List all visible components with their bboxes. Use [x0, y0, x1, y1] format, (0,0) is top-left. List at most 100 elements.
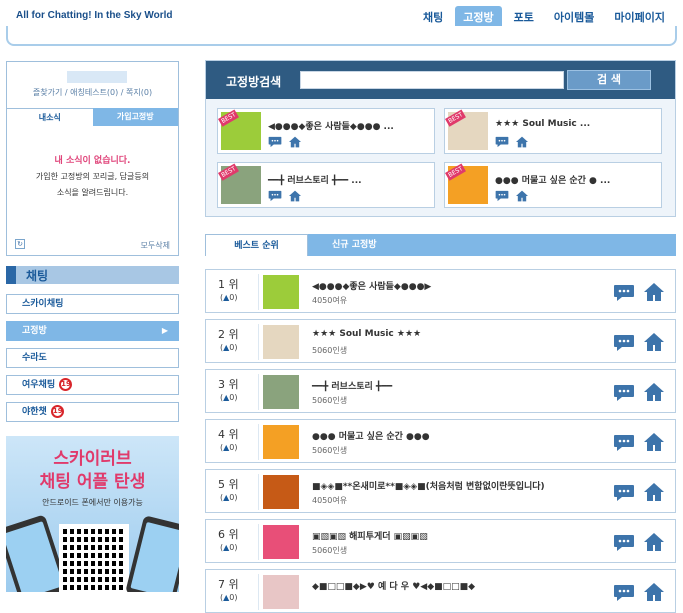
home-icon[interactable]: [515, 190, 529, 202]
top-nav-item[interactable]: 아이템몰: [546, 6, 602, 26]
ranking-row[interactable]: 2 위 (▲0) ★★★ Soul Music ★★★ 5060인생: [205, 319, 676, 363]
best-room-card[interactable]: BEST ━━╋ 러브스토리 ╋━━ ...: [217, 162, 435, 208]
rank-change: (▲0): [220, 393, 238, 402]
chat-bubble-icon[interactable]: [268, 190, 282, 202]
refresh-icon[interactable]: ↻: [15, 239, 25, 249]
chat-menu-item[interactable]: 야한챗 19: [6, 402, 179, 422]
home-icon[interactable]: [643, 532, 665, 552]
search-button[interactable]: 검 색: [567, 70, 651, 90]
chat-bubble-icon[interactable]: [613, 384, 635, 402]
chat-bubble-icon[interactable]: [613, 484, 635, 502]
adult-19-badge: 19: [59, 378, 73, 391]
chat-bubble-icon[interactable]: [613, 434, 635, 452]
row-divider: [258, 274, 259, 310]
news-description: 가입한 고정방의 꼬리글, 답글등의 소식을 알려드립니다.: [7, 169, 178, 201]
top-nav-item[interactable]: 포토: [506, 6, 542, 26]
chat-bubble-icon[interactable]: [613, 584, 635, 602]
room-title[interactable]: ■◈◈■**온새미로**■◈◈■(처음처럼 변함없이란뜻입니다): [312, 479, 545, 492]
home-icon[interactable]: [288, 136, 302, 148]
home-icon[interactable]: [643, 432, 665, 452]
rank-change-close: ): [234, 593, 238, 602]
room-thumbnail: [263, 475, 299, 509]
banner-line2: 채팅 어플 탄생: [39, 472, 146, 492]
chat-bubble-icon[interactable]: [495, 136, 509, 148]
room-category: 5060인생: [312, 396, 348, 405]
rank-change-close: ): [234, 543, 238, 552]
chat-bubble-icon[interactable]: [613, 334, 635, 352]
sub-nav-bar: [6, 26, 677, 46]
room-category: 4050여유: [312, 296, 348, 305]
top-nav-item[interactable]: 마이페이지: [606, 6, 673, 26]
room-title[interactable]: ●●● 머물고 싶은 순간 ●●●: [312, 429, 430, 442]
ranking-row[interactable]: 3 위 (▲0) ━━╋ 러브스토리 ╋━━ 5060인생: [205, 369, 676, 413]
tab-best-ranking[interactable]: 베스트 순위: [205, 234, 308, 256]
phone-image-right: [125, 515, 179, 592]
room-title[interactable]: ★★★ Soul Music ★★★: [312, 329, 421, 339]
room-thumbnail: [263, 575, 299, 609]
search-input[interactable]: [300, 71, 564, 89]
rank-change-close: ): [234, 393, 238, 402]
row-divider: [258, 324, 259, 360]
room-title[interactable]: ▣▧▣▧ 해피투게더 ▣▧▣▧: [312, 529, 428, 542]
ranking-row[interactable]: 4 위 (▲0) ●●● 머물고 싶은 순간 ●●● 5060인생: [205, 419, 676, 463]
chat-menu-label: 고정방: [22, 326, 47, 336]
chat-bubble-icon[interactable]: [613, 534, 635, 552]
adult-19-badge: 19: [50, 405, 64, 418]
no-news-message: 내 소식이 없습니다.: [54, 156, 131, 166]
ranking-row[interactable]: 7 위 (▲0) ◆■□□■◆▶♥ 예 다 우 ♥◀◆■□□■◆: [205, 569, 676, 613]
home-icon[interactable]: [643, 482, 665, 502]
room-category: 5060인생: [312, 446, 348, 455]
chat-bubble-icon[interactable]: [268, 136, 282, 148]
home-icon[interactable]: [643, 382, 665, 402]
best-room-title: ━━╋ 러브스토리 ╋━━ ...: [268, 176, 362, 186]
best-room-card[interactable]: BEST ★★★ Soul Music ...: [444, 108, 662, 154]
delete-all-link[interactable]: 모두삭제: [141, 240, 170, 251]
brand-logo[interactable]: All for Chatting! In the Sky World: [16, 10, 172, 21]
room-thumbnail: [263, 325, 299, 359]
chat-bubble-icon[interactable]: [613, 284, 635, 302]
home-icon[interactable]: [643, 282, 665, 302]
ranking-row[interactable]: 5 위 (▲0) ■◈◈■**온새미로**■◈◈■(처음처럼 변함없이란뜻입니다) 4…: [205, 469, 676, 513]
banner-line1: 스카이러브: [53, 449, 132, 469]
room-search-panel: 고정방검색 검 색 BEST ◀●●●◆좋은 사람들◆●●● ... BEST ★★★…: [205, 60, 676, 217]
best-room-card[interactable]: BEST ●●● 머물고 싶은 순간 ● ...: [444, 162, 662, 208]
top-nav-item[interactable]: 채팅: [415, 6, 451, 26]
rank-change: (▲0): [220, 293, 238, 302]
ranking-row[interactable]: 6 위 (▲0) ▣▧▣▧ 해피투게더 ▣▧▣▧ 5060인생: [205, 519, 676, 563]
room-category: 5060인생: [312, 546, 348, 555]
top-nav-item[interactable]: 고정방: [455, 6, 502, 26]
home-icon[interactable]: [643, 332, 665, 352]
room-title[interactable]: ━━╋ 러브스토리 ╋━━: [312, 379, 392, 392]
rank-change-close: ): [234, 343, 238, 352]
home-icon[interactable]: [515, 136, 529, 148]
ranking-row[interactable]: 1 위 (▲0) ◀●●●◆좋은 사람들◆●●●▶ 4050여유: [205, 269, 676, 313]
room-thumbnail: [263, 425, 299, 459]
chat-menu-item[interactable]: 고정방 ▶: [6, 321, 179, 341]
room-title[interactable]: ◆■□□■◆▶♥ 예 다 우 ♥◀◆■□□■◆: [312, 579, 475, 592]
tab-joined-rooms[interactable]: 가입고정방: [92, 108, 178, 126]
room-category: 4050여유: [312, 496, 348, 505]
top-nav: 채팅 고정방 포토 아이템몰 마이페이지: [415, 6, 673, 26]
tab-new-rooms[interactable]: 신규 고정방: [308, 234, 676, 256]
banner-line3: 안드로이드 폰에서만 이용가능: [42, 498, 143, 507]
chat-menu-label: 스카이채팅: [22, 299, 64, 309]
qr-code: [59, 524, 129, 592]
home-icon[interactable]: [288, 190, 302, 202]
chat-menu-item[interactable]: 수라도: [6, 348, 179, 368]
arrow-right-icon: ▶: [161, 326, 168, 335]
chat-menu-item[interactable]: 여우채팅 19: [6, 375, 179, 395]
room-title[interactable]: ◀●●●◆좋은 사람들◆●●●▶: [312, 279, 431, 292]
my-profile-box: 즐찾가기 / 애칭테스트(0) / 쪽지(0) 내소식 가입고정방 내 소식이 …: [6, 61, 179, 256]
rank-change: (▲0): [220, 343, 238, 352]
rank-change-close: ): [234, 293, 238, 302]
tab-my-news[interactable]: 내소식: [7, 108, 93, 126]
chat-menu-item[interactable]: 스카이채팅: [6, 294, 179, 314]
best-room-card[interactable]: BEST ◀●●●◆좋은 사람들◆●●● ...: [217, 108, 435, 154]
profile-links[interactable]: 즐찾가기 / 애칭테스트(0) / 쪽지(0): [7, 87, 178, 98]
home-icon[interactable]: [643, 582, 665, 602]
rank-number: 4 위: [218, 428, 239, 441]
best-room-title: ◀●●●◆좋은 사람들◆●●● ...: [268, 122, 394, 132]
chat-bubble-icon[interactable]: [495, 190, 509, 202]
rank-change: (▲0): [220, 493, 238, 502]
app-promo-banner[interactable]: 스카이러브 채팅 어플 탄생 안드로이드 폰에서만 이용가능: [6, 436, 179, 592]
